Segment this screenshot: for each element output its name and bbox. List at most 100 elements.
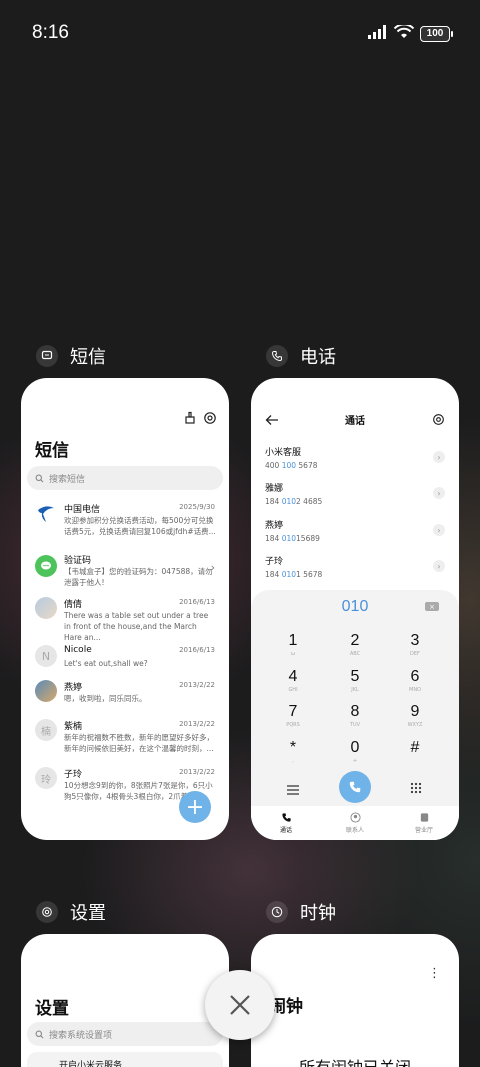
message-date: 2013/2/22 [179,720,215,728]
contact-avatar: 楠 [35,719,57,741]
dial-key-2[interactable]: 2 ABC [325,632,385,657]
app-name-sms: 短信 [70,347,106,368]
message-sender: 中国电信 [64,505,101,515]
message-item[interactable]: 楠 紫楠 2013/2/22 新年的祝福数不胜数，新年的愿望好多好多，新年的问候… [21,719,229,759]
backspace-icon[interactable]: × [425,602,439,611]
message-sender: 验证码 [64,556,92,566]
alarms-status-text: 所有闹钟已关闭 [251,1054,459,1067]
contact-name: 小米客服 [265,448,302,458]
signal-icon [368,24,388,43]
message-item[interactable]: 倩倩 2016/6/13 There was a table set out u… [21,597,229,642]
menu-icon[interactable] [287,780,299,799]
contact-name: 雅娜 [265,484,284,494]
more-options-icon[interactable]: ⋮ [428,966,441,981]
clean-icon[interactable] [183,410,197,429]
chevron-right-icon[interactable]: › [433,524,445,536]
chevron-right-icon[interactable]: › [433,451,445,463]
tab-contacts[interactable]: 联系人 [330,812,380,834]
settings-app-icon [36,901,58,923]
dial-key-3[interactable]: 3 DEF [385,632,445,657]
message-preview: 【韦城盒子】您的验证码为：047588，请勿泄露于他人! [64,567,213,587]
status-time: 8:16 [32,22,69,43]
dial-key-7[interactable]: 7 PQRS [263,703,323,728]
message-preview: Let's eat out,shall we? [64,659,148,668]
settings-gear-icon[interactable] [432,411,445,430]
contact-item[interactable]: 子玲 184 0101 5678 › [265,554,445,579]
app-header-clock[interactable]: 时钟 [266,899,336,925]
app-card-clock[interactable]: ⋮ 闹钟 所有闹钟已关闭 [251,934,459,1067]
tab-calls[interactable]: 通话 [261,812,311,834]
search-icon [35,474,44,482]
message-date: 2013/2/22 [179,681,215,689]
settings-gear-icon[interactable] [203,410,217,429]
app-name-settings: 设置 [70,903,106,924]
chevron-right-icon: › [210,561,215,574]
sms-app-icon [36,345,58,367]
dial-key-9[interactable]: 9 WXYZ [385,703,445,728]
contact-avatar [35,680,57,702]
contact-number: 184 01015689 [265,534,320,543]
contact-avatar: N [35,645,57,667]
sms-search-placeholder: 搜索短信 [49,474,86,485]
dial-key-8[interactable]: 8 TUV [325,703,385,728]
settings-item-cloud[interactable]: 开启小米云服务 [27,1052,223,1067]
dial-key-6[interactable]: 6 MNO [385,668,445,693]
app-name-clock: 时钟 [300,903,336,924]
message-item[interactable]: 中国电信 2025/9/30 欢迎参加积分兑换话费活动，每500分可兑换话费5元… [21,502,229,542]
message-sender: 紫楠 [64,722,83,732]
message-item[interactable]: 验证码 【韦城盒子】您的验证码为：047588，请勿泄露于他人! › [21,553,229,587]
message-sender: Nicole [64,645,92,655]
settings-item-label: 开启小米云服务 [59,1061,123,1067]
wifi-icon [393,23,415,43]
message-date: 2016/6/13 [179,598,215,606]
clear-all-button[interactable] [205,970,275,1040]
dial-key-5[interactable]: 5 JKL [325,668,385,693]
tab-service-hall[interactable]: 营业厅 [399,812,449,834]
sms-title: 短信 [35,441,69,461]
sms-search-input[interactable]: 搜索短信 [27,466,223,490]
chevron-right-icon[interactable]: › [433,560,445,572]
message-date: 2013/2/22 [179,768,215,776]
message-preview: 新年的祝福数不胜数，新年的愿望好多好多，新年的问候依旧美好，在这个温馨的时刻，.… [64,733,214,753]
keypad-toggle-icon[interactable] [410,779,422,798]
message-sender: 子玲 [64,770,83,780]
contact-name: 燕婷 [265,521,284,531]
app-card-sms[interactable]: 短信 搜索短信 中国电信 2025/9/30 欢迎参加积分兑换话费活动，每500… [21,378,229,840]
contact-item[interactable]: 小米客服 400 100 5678 › [265,445,445,470]
status-bar: 8:16 100 [0,0,480,68]
app-header-phone[interactable]: 电话 [266,343,336,369]
app-header-sms[interactable]: 短信 [36,343,106,369]
message-date: 2016/6/13 [179,646,215,654]
contacts-icon [330,812,380,825]
china-telecom-logo-icon [35,502,57,524]
chevron-right-icon[interactable]: › [433,487,445,499]
contact-number: 184 0101 5678 [265,570,323,579]
call-button[interactable] [339,771,371,803]
new-message-button[interactable]: + [179,791,211,823]
app-card-phone[interactable]: 通话 小米客服 400 100 5678 › 雅娜 184 0102 4685 … [251,378,459,840]
dial-key-0[interactable]: 0 + [325,739,385,764]
dial-key-1[interactable]: 1ω [263,632,323,657]
contact-item[interactable]: 雅娜 184 0102 4685 › [265,481,445,506]
message-item[interactable]: N Nicole 2016/6/13 Let's eat out,shall w… [21,645,229,675]
contact-number: 184 0102 4685 [265,497,323,506]
message-item[interactable]: 燕婷 2013/2/22 嗯，收到啦，同乐同乐。 [21,680,229,710]
contact-item[interactable]: 燕婷 184 01015689 › [265,518,445,543]
battery-icon: 100 [420,25,453,42]
clock-app-icon [266,901,288,923]
settings-title: 设置 [35,999,69,1019]
app-name-phone: 电话 [300,347,336,368]
app-header-settings[interactable]: 设置 [36,899,106,925]
message-date: 2025/9/30 [179,503,215,511]
message-preview: There was a table set out under a tree i… [64,611,209,642]
dial-key-star[interactable]: *, [263,739,323,764]
bottom-tab-bar: 通话 联系人 营业厅 [251,806,459,840]
message-preview: 欢迎参加积分兑换话费活动，每500分可兑换话费5元，兑换话费请回复106或jfd… [64,516,216,536]
dial-key-hash[interactable]: # [385,739,445,758]
settings-search-input[interactable]: 搜索系统设置项 [27,1022,223,1046]
dial-key-4[interactable]: 4 GHI [263,668,323,693]
message-sender: 倩倩 [64,600,83,610]
contact-name: 子玲 [265,557,284,567]
app-card-settings[interactable]: 设置 搜索系统设置项 开启小米云服务 [21,934,229,1067]
message-sender: 燕婷 [64,683,83,693]
